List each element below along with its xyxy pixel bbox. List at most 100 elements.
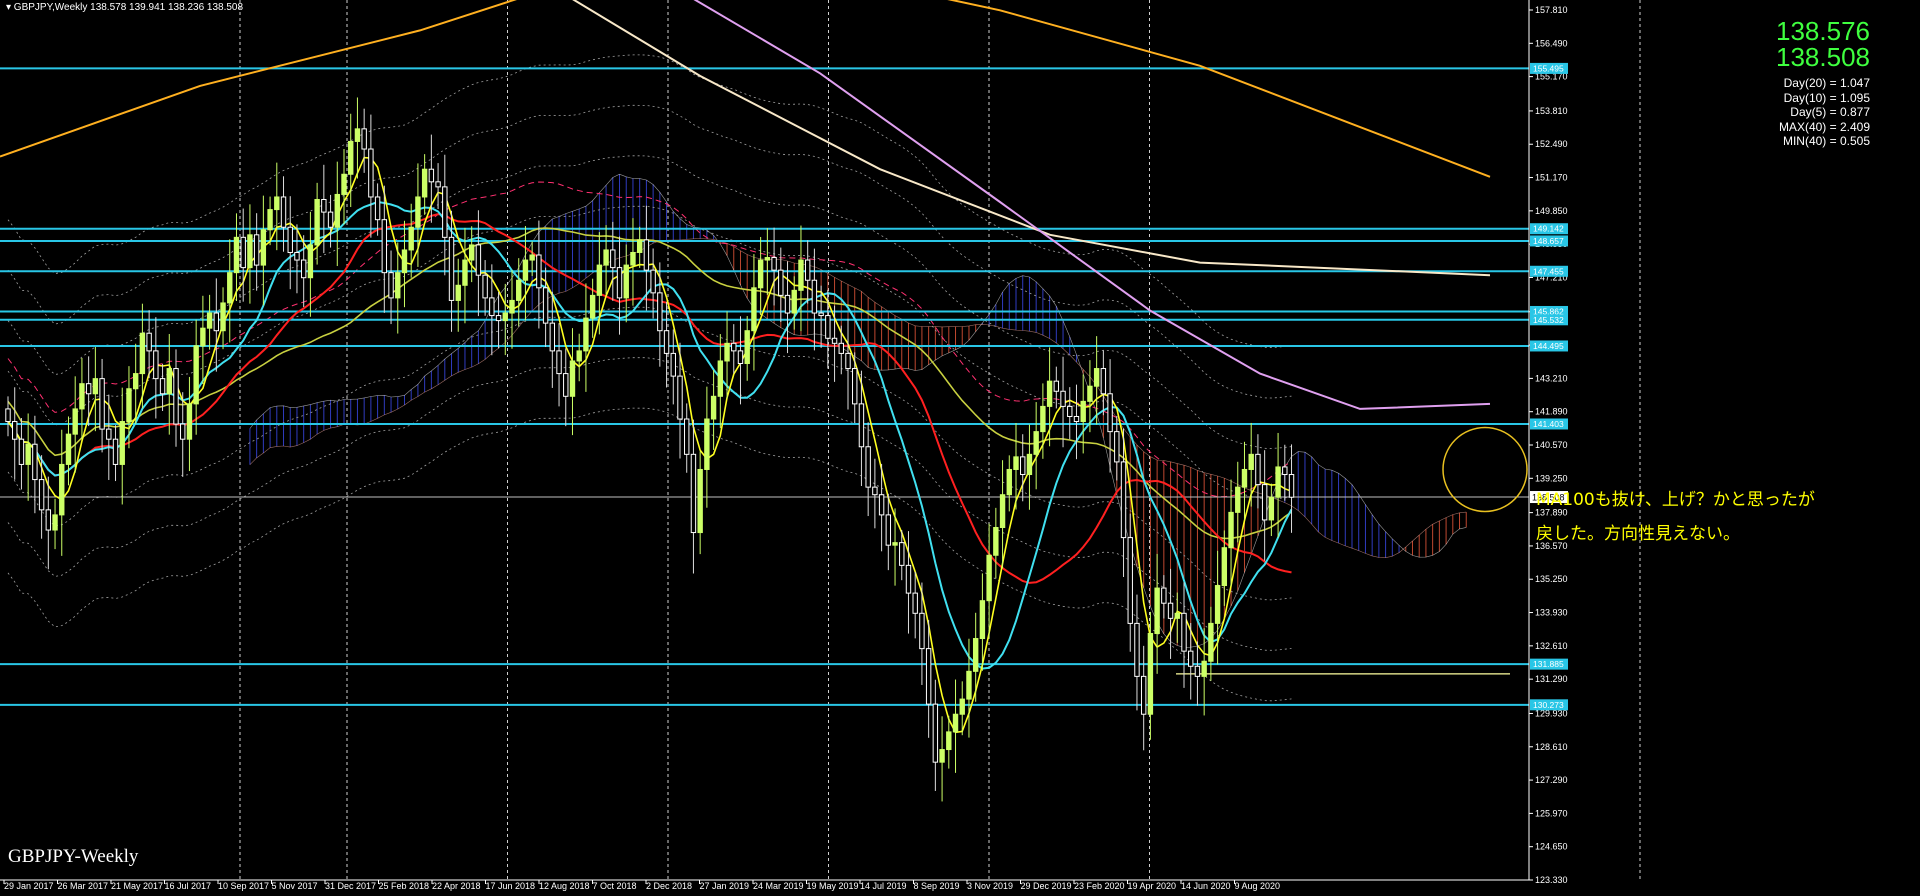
candle-body — [489, 297, 495, 317]
y-tick-label: 127.290 — [1535, 775, 1568, 785]
x-tick-label: 19 Apr 2020 — [1128, 881, 1177, 891]
candle-body — [1013, 456, 1019, 470]
stat-day5: Day(5) = 0.877 — [1790, 105, 1870, 119]
chart-window[interactable]: 157.810 156.490 155.170 153.810 152.490 151.1… — [0, 0, 1920, 891]
candle-body — [99, 378, 105, 430]
candle-body — [563, 373, 569, 397]
candle-body — [314, 198, 320, 246]
y-tick-label: 151.170 — [1535, 173, 1568, 183]
candle-body — [1201, 660, 1207, 677]
candle-body — [220, 302, 226, 332]
candle-body — [1093, 368, 1100, 387]
level-price-label: 155.495 — [1533, 63, 1564, 73]
x-tick-label: 17 Jun 2018 — [486, 881, 536, 891]
candle-body — [1241, 468, 1248, 488]
ask-price: 138.508 — [1776, 42, 1870, 72]
candle-body — [395, 272, 401, 299]
candle-body — [1167, 602, 1174, 619]
candle-body — [757, 259, 764, 289]
candle-body — [697, 468, 703, 534]
x-tick-label: 24 Mar 2019 — [753, 881, 804, 891]
candle-body — [1127, 537, 1133, 624]
level-price-label: 141.403 — [1533, 419, 1564, 429]
candle-body — [852, 368, 858, 405]
candle-body — [1147, 632, 1154, 715]
x-tick-label: 8 Sep 2019 — [914, 881, 960, 891]
price-chart[interactable]: 157.810156.490155.170153.810152.490151.1… — [0, 0, 1920, 891]
candle-body — [495, 315, 502, 322]
candle-body — [247, 234, 253, 269]
candle-body — [610, 249, 616, 269]
candle-body — [912, 592, 918, 614]
candle-body — [1154, 587, 1160, 634]
candle-body — [636, 239, 643, 253]
candle-body — [804, 259, 811, 281]
candle-body — [1006, 468, 1012, 496]
candle-body — [966, 670, 972, 700]
candle-body — [556, 350, 562, 375]
candle-body — [952, 713, 959, 733]
x-tick-label: 5 Nov 2017 — [272, 881, 318, 891]
candle-body — [112, 438, 119, 465]
y-tick-label: 132.610 — [1535, 641, 1568, 651]
y-tick-label: 123.330 — [1535, 875, 1568, 885]
candle-body — [569, 360, 576, 397]
level-price-label: 145.532 — [1533, 315, 1564, 325]
candle-body — [280, 196, 287, 228]
stat-max40: MAX(40) = 2.409 — [1778, 119, 1870, 134]
candle-body — [253, 234, 260, 266]
candle-body — [59, 463, 65, 516]
candle-body — [368, 148, 374, 198]
x-tick-label: 29 Jan 2017 — [4, 881, 54, 891]
chart-comment: MA100も抜け、上げ？かと思ったが 戻した。方向性見えない。 — [1536, 483, 1815, 551]
candle-body — [677, 375, 683, 420]
candle-body — [885, 514, 892, 546]
candle-body — [892, 542, 898, 546]
candle-body — [25, 443, 31, 465]
candle-body — [771, 257, 777, 271]
y-tick-label: 153.810 — [1535, 106, 1568, 116]
candle-body — [1235, 486, 1241, 513]
candle-body — [1214, 585, 1221, 624]
volatility-stats: Day(20) = 1.047 Day(10) = 1.095 Day(5) =… — [1779, 76, 1870, 149]
candle-body — [1067, 405, 1073, 417]
candle-body — [1020, 456, 1026, 476]
candle-body — [784, 294, 791, 314]
candle-body — [899, 542, 905, 566]
y-tick-label: 143.210 — [1535, 373, 1568, 383]
candle-body — [448, 236, 455, 301]
y-tick-label: 128.610 — [1535, 742, 1568, 752]
level-price-label: 131.885 — [1533, 659, 1564, 669]
candle-body — [1221, 547, 1228, 587]
candle-body — [583, 317, 589, 352]
candle-body — [932, 703, 939, 763]
candle-body — [180, 423, 186, 440]
candle-body — [307, 244, 314, 279]
candle-body — [186, 403, 193, 440]
candle-body — [1046, 380, 1053, 407]
candle-body — [939, 749, 945, 763]
candle-body — [919, 612, 925, 650]
candle-body — [845, 352, 851, 370]
candle-body — [173, 368, 179, 425]
chart-title: GBPJPY-Weekly — [8, 846, 139, 867]
candle-body — [260, 229, 267, 266]
candle-body — [126, 388, 132, 423]
candle-body — [959, 698, 965, 715]
candle-body — [1073, 415, 1080, 423]
candle-body — [872, 486, 878, 496]
candle-body — [1140, 675, 1147, 715]
candle-body — [1208, 622, 1214, 662]
x-tick-label: 10 Sep 2017 — [218, 881, 269, 891]
candle-body — [549, 322, 556, 352]
candle-body — [589, 294, 596, 319]
candle-body — [408, 226, 414, 251]
y-tick-label: 125.970 — [1535, 808, 1568, 818]
candle-body — [38, 479, 45, 511]
level-price-label: 148.657 — [1533, 236, 1564, 246]
candle-body — [455, 284, 461, 301]
candle-body — [300, 259, 307, 279]
candle-body — [1255, 453, 1261, 486]
candle-body — [1188, 650, 1194, 667]
candle-body — [1261, 484, 1268, 521]
